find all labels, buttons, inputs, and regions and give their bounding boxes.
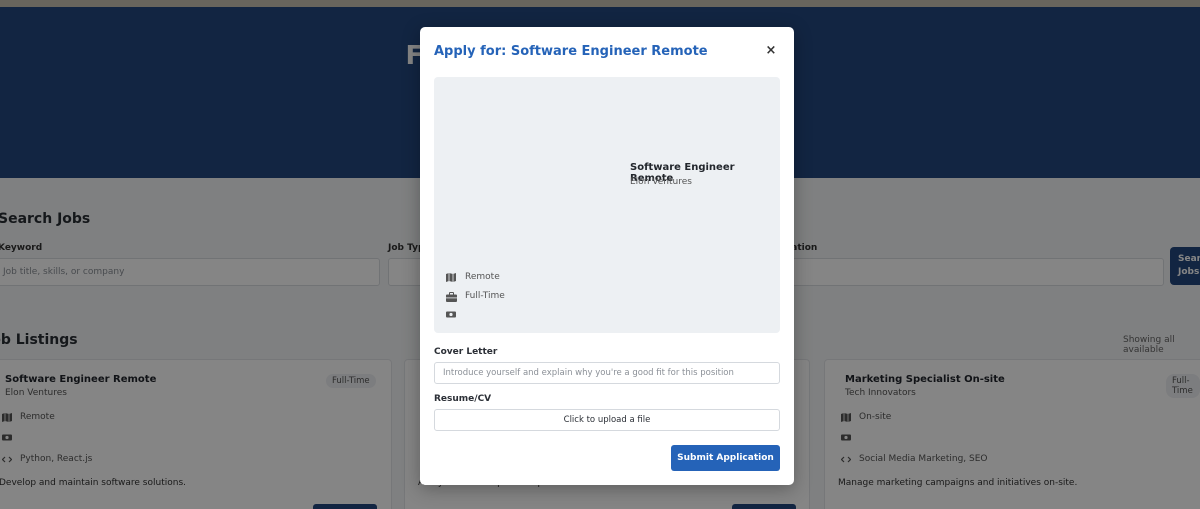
- resume-label: Resume/CV: [434, 394, 492, 404]
- money-icon: [446, 310, 456, 319]
- preview-type-row: Full-Time: [446, 291, 505, 302]
- preview-company: Elon Ventures: [630, 177, 692, 187]
- briefcase-icon: [446, 291, 457, 302]
- submit-application-button[interactable]: Submit Application: [671, 445, 780, 471]
- apply-modal: Apply for: Software Engineer Remote × So…: [420, 27, 794, 485]
- preview-location-row: Remote: [446, 272, 500, 282]
- preview-salary-row: [446, 310, 456, 319]
- cover-letter-label: Cover Letter: [434, 347, 498, 357]
- close-icon[interactable]: ×: [764, 44, 778, 58]
- map-icon: [446, 272, 456, 282]
- job-preview: Software Engineer Remote Elon Ventures R…: [434, 77, 780, 333]
- cover-letter-input[interactable]: [434, 362, 780, 384]
- modal-title: Apply for: Software Engineer Remote: [434, 44, 708, 59]
- preview-type-text: Full-Time: [465, 291, 505, 301]
- resume-upload[interactable]: Click to upload a file: [434, 409, 780, 431]
- preview-location-text: Remote: [465, 272, 500, 282]
